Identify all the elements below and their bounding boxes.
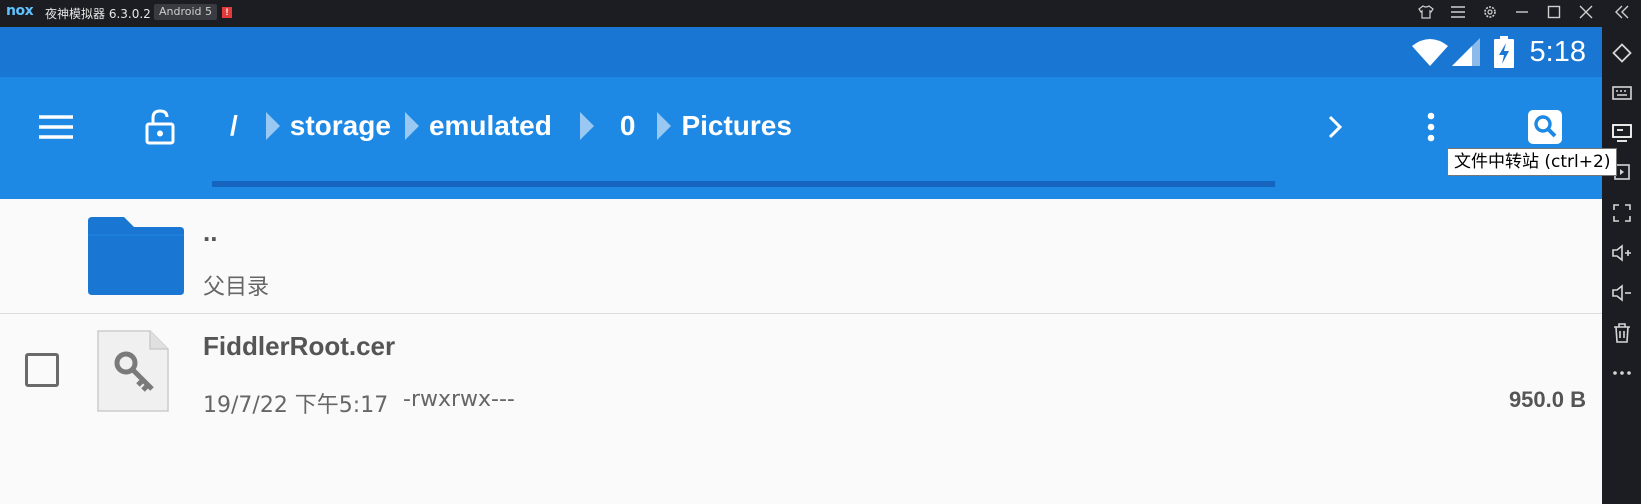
parent-directory-name: ..: [203, 217, 218, 247]
emulator-title-bar: nox 夜神模拟器 6.3.0.2 Android 5 !: [0, 0, 1641, 24]
breadcrumb-separator-icon: [265, 112, 280, 140]
breadcrumb-separator-icon: [404, 112, 419, 140]
file-permissions: -rwxrwx---: [403, 387, 515, 412]
nox-logo: nox: [6, 3, 34, 19]
wifi-icon: [1412, 38, 1448, 71]
file-name: FiddlerRoot.cer: [203, 331, 396, 361]
hamburger-icon[interactable]: [28, 99, 84, 155]
certificate-key-icon: [96, 329, 170, 418]
tshirt-icon[interactable]: [1411, 0, 1441, 24]
volume-down-icon[interactable]: [1602, 276, 1641, 310]
trash-icon[interactable]: [1602, 316, 1641, 350]
keyboard-icon[interactable]: [1602, 76, 1641, 110]
rotate-icon[interactable]: [1602, 36, 1641, 70]
app-bar: / storage emulated 0 Pictures: [0, 77, 1602, 199]
folder-icon: [86, 215, 186, 302]
collapse-icon[interactable]: [1607, 0, 1637, 24]
breadcrumb-separator-icon: [657, 112, 672, 140]
chevron-right-icon[interactable]: [1307, 99, 1363, 155]
tooltip: 文件中转站 (ctrl+2): [1447, 148, 1618, 176]
breadcrumb-separator-icon: [579, 112, 594, 140]
search-icon[interactable]: [1517, 99, 1573, 155]
status-clock: 5:18: [1529, 36, 1586, 68]
breadcrumb: / storage emulated 0 Pictures: [212, 77, 792, 175]
emulator-title: 夜神模拟器 6.3.0.2: [45, 7, 151, 21]
close-icon[interactable]: [1571, 0, 1601, 24]
android-version-badge: Android 5: [154, 4, 218, 20]
unlock-icon[interactable]: [132, 99, 188, 155]
breadcrumb-root[interactable]: /: [230, 110, 238, 142]
breadcrumb-emulated[interactable]: emulated: [429, 110, 552, 142]
breadcrumb-storage[interactable]: storage: [290, 110, 391, 142]
breadcrumb-0[interactable]: 0: [620, 110, 636, 142]
fullscreen-icon[interactable]: [1602, 196, 1641, 230]
file-size: 950.0 B: [1508, 387, 1586, 412]
overflow-icon[interactable]: [1403, 99, 1459, 155]
list-item-file[interactable]: FiddlerRoot.cer 19/7/22 下午5:17 -rwxrwx--…: [0, 315, 1602, 425]
more-icon[interactable]: [1602, 356, 1641, 390]
signal-icon: [1452, 38, 1480, 71]
battery-charging-icon: [1494, 36, 1514, 73]
breadcrumb-scroll-indicator: [212, 181, 1275, 187]
settings-icon[interactable]: [1475, 0, 1505, 24]
list-item-parent-directory[interactable]: .. 父目录: [0, 199, 1602, 314]
android-screen: 5:18 / storage emulated 0 Pictures .. 父目…: [0, 27, 1602, 504]
parent-directory-subtitle: 父目录: [203, 275, 270, 300]
file-transfer-icon[interactable]: [1602, 116, 1641, 150]
volume-up-icon[interactable]: [1602, 236, 1641, 270]
breadcrumb-pictures[interactable]: Pictures: [681, 110, 792, 142]
file-date: 19/7/22 下午5:17: [203, 393, 389, 418]
android-status-bar: 5:18: [0, 27, 1602, 77]
minimize-icon[interactable]: [1507, 0, 1537, 24]
alert-badge[interactable]: !: [222, 7, 232, 18]
menu-icon[interactable]: [1443, 0, 1473, 24]
emulator-side-toolbar: [1602, 24, 1641, 504]
maximize-icon[interactable]: [1539, 0, 1569, 24]
file-checkbox[interactable]: [25, 353, 59, 387]
